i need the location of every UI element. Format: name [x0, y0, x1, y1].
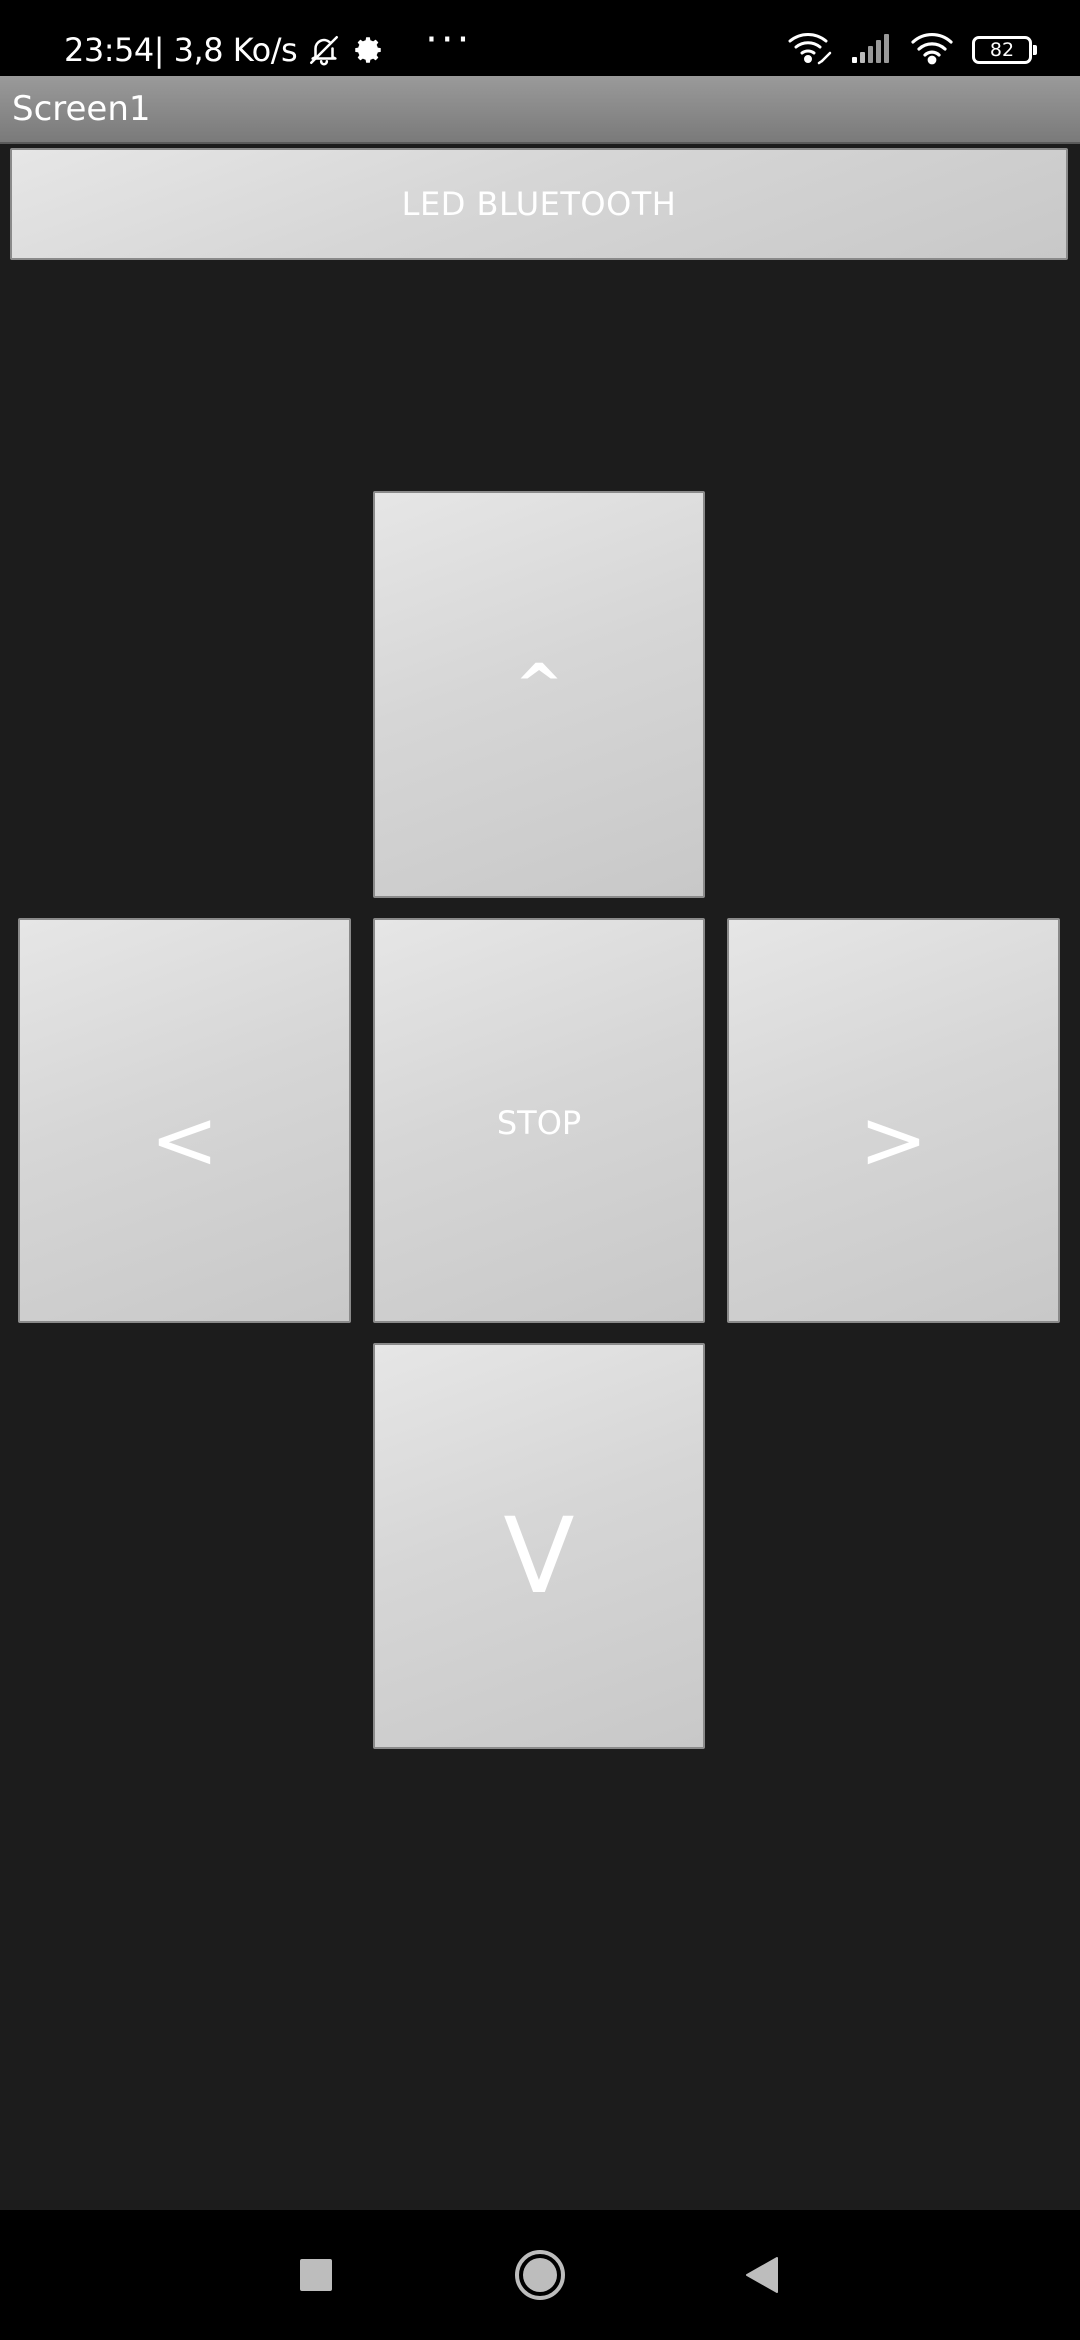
led-bluetooth-button[interactable]: LED BLUETOOTH	[10, 148, 1068, 260]
battery-level: 82	[989, 39, 1015, 61]
status-time: 23:54	[64, 31, 154, 69]
back-icon[interactable]	[722, 2210, 802, 2340]
bell-off-icon	[307, 33, 341, 67]
up-button[interactable]: ^	[373, 491, 705, 898]
gear-icon	[351, 33, 385, 67]
title-bar: Screen1	[0, 76, 1080, 144]
right-label: >	[859, 1093, 928, 1188]
status-bar: 23:54 | 3,8 Ko/s ··· 82	[0, 0, 1080, 76]
led-bluetooth-label: LED BLUETOOTH	[401, 185, 677, 223]
home-icon[interactable]	[500, 2210, 580, 2340]
app-screen: 23:54 | 3,8 Ko/s ··· 82 Screen1 LED BLUE…	[0, 0, 1080, 2340]
up-label: ^	[514, 650, 564, 719]
more-icon: ···	[425, 17, 473, 63]
signal-icon	[852, 33, 892, 67]
navigation-bar	[0, 2210, 1080, 2340]
down-label: V	[503, 1495, 575, 1617]
right-button[interactable]: >	[727, 918, 1060, 1323]
wifi-icon	[910, 31, 954, 69]
recent-apps-icon[interactable]	[276, 2210, 356, 2340]
status-network-speed: | 3,8 Ko/s	[153, 31, 298, 69]
wifi-hotspot-icon	[786, 31, 834, 69]
left-label: <	[150, 1093, 219, 1188]
stop-button[interactable]: STOP	[373, 918, 705, 1323]
down-button[interactable]: V	[373, 1343, 705, 1749]
screen-title: Screen1	[12, 89, 151, 129]
battery-icon: 82	[972, 36, 1037, 64]
left-button[interactable]: <	[18, 918, 351, 1323]
stop-label: STOP	[496, 1103, 582, 1142]
